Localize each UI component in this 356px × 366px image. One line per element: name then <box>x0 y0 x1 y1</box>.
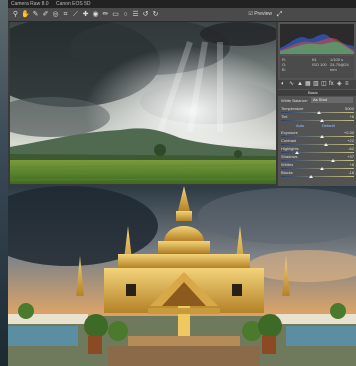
slider-label: Whites <box>281 162 294 167</box>
slider-knob[interactable] <box>309 175 314 178</box>
lens-tab-icon[interactable]: ◫ <box>321 81 327 88</box>
default-link[interactable]: Default <box>322 123 335 128</box>
title-bar: Camera Raw 8.0 Canon EOS 5D <box>8 0 356 8</box>
slider-tint[interactable]: Tint +6 <box>281 114 354 123</box>
red-eye-icon[interactable]: ◉ <box>91 10 100 19</box>
radial-filter-icon[interactable]: ○ <box>121 10 130 19</box>
histogram <box>280 24 354 54</box>
preview-checkbox[interactable]: ☑ Preview <box>248 10 272 19</box>
target-adjust-icon[interactable]: ◎ <box>51 10 60 19</box>
presets-tab-icon[interactable]: ≡ <box>345 81 349 88</box>
slider-label: Contrast <box>281 138 297 143</box>
effects-tab-icon[interactable]: fx <box>329 81 334 88</box>
slider-label: Shadows <box>281 154 298 159</box>
slider-label: Exposure <box>281 130 298 135</box>
slider-knob[interactable] <box>320 119 325 122</box>
camera-calibration-tab-icon[interactable]: ◈ <box>337 81 342 88</box>
window-subtitle: Canon EOS 5D <box>56 1 91 7</box>
white-balance-select[interactable]: As Shot <box>311 97 353 103</box>
slider-label: Temperature <box>281 106 304 111</box>
window-title: Camera Raw 8.0 <box>11 1 49 7</box>
hand-icon[interactable]: ✋ <box>21 10 30 19</box>
focal-length: 24-70@24 mm <box>330 62 349 72</box>
slider-value[interactable]: -62 <box>348 146 354 151</box>
adjustment-brush-icon[interactable]: ✏ <box>101 10 110 19</box>
panel-tabs: ◐ ∿ ▲ ▦ ▥ ◫ fx ◈ ≡ <box>278 80 356 89</box>
detail-tab-icon[interactable]: ▲ <box>297 81 303 88</box>
slider-label: Blacks <box>281 170 293 175</box>
slider-value[interactable]: +6 <box>349 114 354 119</box>
slider-list: Temperature 5000 Tint +6 Exposure +0.30 Contra… <box>278 106 356 186</box>
slider-track[interactable] <box>281 160 354 161</box>
tone-curve-tab-icon[interactable]: ∿ <box>289 81 294 88</box>
basic-tab-icon[interactable]: ◐ <box>281 81 285 88</box>
crop-icon[interactable]: ⌗ <box>61 10 70 19</box>
slider-value[interactable]: +0.30 <box>344 130 354 135</box>
slider-track[interactable] <box>281 120 354 121</box>
white-balance-icon[interactable]: ✎ <box>31 10 40 19</box>
background-desktop <box>0 0 8 366</box>
image-preview[interactable] <box>10 22 276 184</box>
slider-value[interactable]: 5000 <box>345 106 354 111</box>
preview-label: Preview <box>254 11 272 17</box>
slider-label: Tint <box>281 114 288 119</box>
straighten-icon[interactable]: ⟋ <box>71 10 80 19</box>
landscape-preview-image <box>10 22 276 184</box>
toolbar: ⚲ ✋ ✎ ✐ ◎ ⌗ ⟋ ✚ ◉ ✏ ▭ ○ ☰ ↺ ↻ ☑ Preview … <box>8 8 356 22</box>
slider-track[interactable] <box>281 144 354 145</box>
zoom-icon[interactable]: ⚲ <box>11 10 20 19</box>
white-balance-label: White Balance: <box>281 98 308 103</box>
hsl-tab-icon[interactable]: ▦ <box>305 81 311 88</box>
split-toning-tab-icon[interactable]: ▥ <box>313 81 319 88</box>
color-sampler-icon[interactable]: ✐ <box>41 10 50 19</box>
slider-track[interactable] <box>281 176 354 177</box>
fullscreen-icon[interactable]: ⤢ <box>275 10 284 19</box>
adjustment-panel: R: G: B: f/4 1/100 s ISO 100 24-70@24 mm… <box>278 22 356 186</box>
graduated-filter-icon[interactable]: ▭ <box>111 10 120 19</box>
auto-link[interactable]: Auto <box>296 123 304 128</box>
section-title: Basic <box>308 90 318 95</box>
slider-value[interactable]: +22 <box>347 138 354 143</box>
rotate-cw-icon[interactable]: ↻ <box>151 10 160 19</box>
section-header: Basic <box>278 90 356 96</box>
slider-blacks[interactable]: Blacks -18 <box>281 170 354 179</box>
temple-photo <box>8 186 356 366</box>
preferences-icon[interactable]: ☰ <box>131 10 140 19</box>
iso: ISO 100 <box>312 62 327 67</box>
slider-track[interactable] <box>281 168 354 169</box>
slider-track[interactable] <box>281 136 354 137</box>
rotate-ccw-icon[interactable]: ↺ <box>141 10 150 19</box>
camera-info: R: G: B: f/4 1/100 s ISO 100 24-70@24 mm <box>280 56 354 78</box>
readout-b: B: <box>282 67 286 72</box>
slider-track[interactable] <box>281 152 354 153</box>
slider-value[interactable]: -18 <box>348 170 354 175</box>
slider-value[interactable]: +37 <box>347 154 354 159</box>
camera-raw-window: Camera Raw 8.0 Canon EOS 5D ⚲ ✋ ✎ ✐ ◎ ⌗ … <box>8 0 356 186</box>
slider-value[interactable]: +8 <box>349 162 354 167</box>
spot-removal-icon[interactable]: ✚ <box>81 10 90 19</box>
